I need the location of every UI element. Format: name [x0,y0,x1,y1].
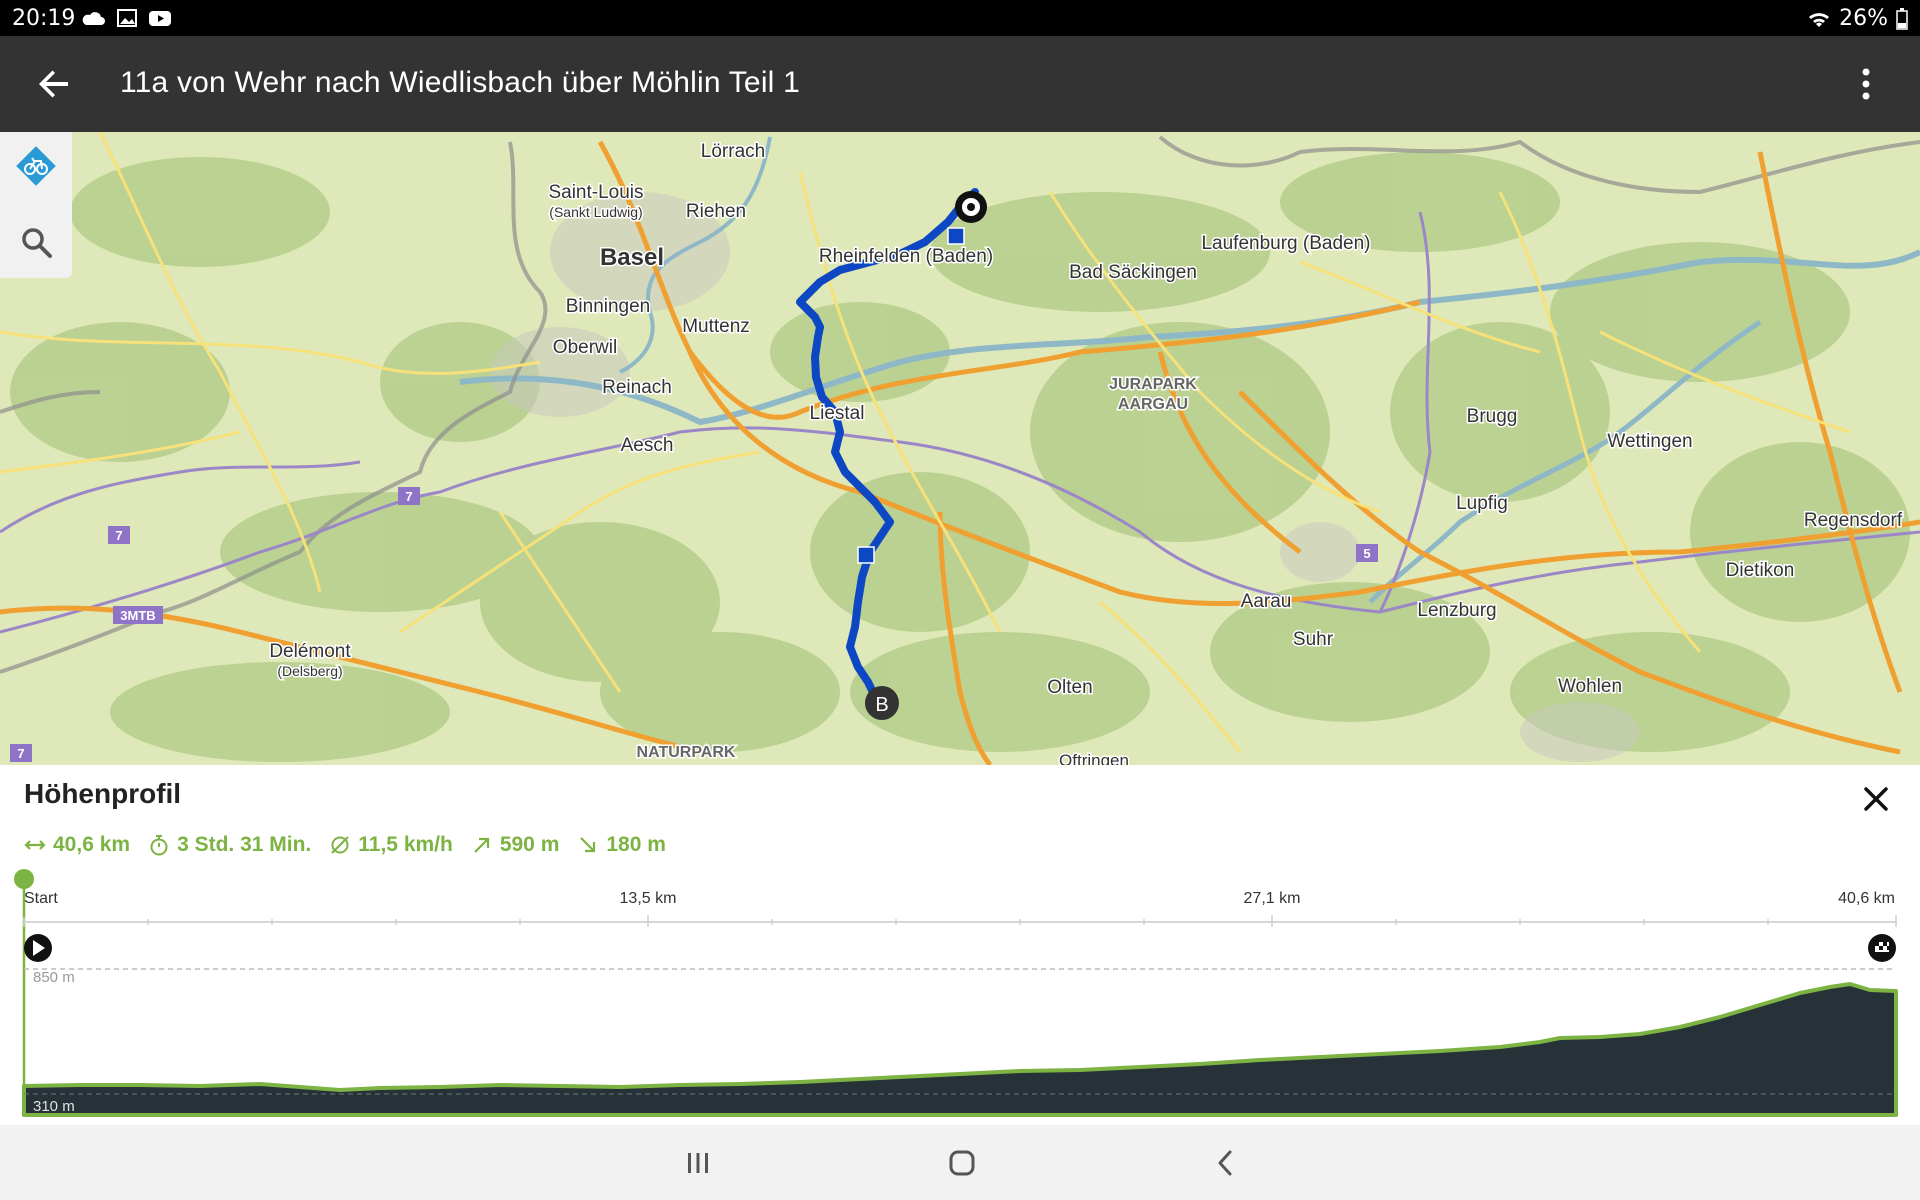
status-time: 20:19 [12,6,76,31]
map-label: Aarau [1241,591,1292,612]
max-elevation-label: 850 m [33,969,75,986]
map-label: Wettingen [1607,431,1692,452]
recents-icon[interactable] [678,1143,718,1183]
map-label: Dietikon [1726,560,1795,581]
ascent-icon [474,837,489,853]
descent-value: 180 m [606,833,666,856]
elevation-panel: Höhenprofil 40,6 km 3 Std. 31 Min. 11,5 … [0,765,1920,1125]
axis-label-13km: 13,5 km [620,890,677,907]
battery-icon [1896,7,1908,30]
axis-label-27km: 27,1 km [1244,890,1301,907]
play-start-icon [24,934,52,962]
map-label: Liestal [810,403,865,424]
stat-speed: 11,5 km/h [329,833,453,857]
system-nav-bar [0,1125,1920,1200]
route-badge: 3MTB [113,606,163,624]
image-icon [117,9,137,27]
map-label: Lenzburg [1417,600,1496,621]
distance-value: 40,6 km [53,833,131,856]
speed-value: 11,5 km/h [358,833,453,856]
duration-value: 3 Std. 31 Min. [177,833,312,856]
map-label: AARGAU [1118,396,1188,413]
map-label: Laufenburg (Baden) [1201,233,1370,254]
end-marker-label: B [875,694,888,716]
ascent-value: 590 m [499,833,560,856]
map-label: Muttenz [682,316,750,337]
back-nav-icon[interactable] [1206,1143,1246,1183]
status-bar: 20:19 26% [0,0,1920,36]
map-controls [0,132,72,278]
map-label: (Delsberg) [277,663,342,679]
stat-duration: 3 Std. 31 Min. [148,833,311,857]
average-icon [331,836,349,854]
route-badge: 7 [398,487,420,505]
map-label: Reinach [602,377,672,398]
finish-flag-icon [1868,934,1896,962]
search-icon[interactable] [12,218,60,266]
map-label: Delémont [269,641,351,662]
route-badge: 7 [10,744,32,762]
page-title: 11a von Wehr nach Wiedlisbach über Möhli… [120,66,800,99]
map-label: Basel [600,244,664,271]
route-stats: 40,6 km 3 Std. 31 Min. 11,5 km/h 590 m 1… [24,833,666,857]
elevation-chart[interactable]: Start 13,5 km 27,1 km 40,6 km 850 m 310 … [0,865,1920,1125]
route-badge: 7 [108,526,130,544]
axis-label-start: Start [24,890,58,907]
route-badge: 5 [1356,544,1378,562]
map-label: Regensdorf [1804,510,1903,531]
app-bar: 11a von Wehr nach Wiedlisbach über Möhli… [0,36,1920,132]
youtube-icon [149,11,171,26]
map-label: Rheinfelden (Baden) [819,246,993,267]
map-label: Lupfig [1456,493,1508,514]
cloud-icon [82,12,105,25]
wifi-icon [1809,12,1830,27]
stat-distance: 40,6 km [24,833,130,857]
map-label: Suhr [1293,629,1334,650]
stopwatch-icon [150,835,168,856]
svg-text:7: 7 [405,489,412,504]
map-label: Saint-Louis [548,182,643,203]
map-label: NATURPARK [637,744,736,761]
map-label: Olten [1047,677,1092,698]
scrubber-handle[interactable] [14,869,34,889]
svg-text:5: 5 [1363,546,1370,561]
home-icon[interactable] [942,1143,982,1183]
min-elevation-label: 310 m [33,1098,75,1115]
map-label: Brugg [1467,406,1518,427]
map-label: JURAPARK [1109,376,1197,393]
map-view[interactable]: B 7 7 3MTB 5 7 Lörrach Saint-Louis (Sank… [0,132,1920,765]
map-label: (Sankt Ludwig) [549,204,642,220]
bike-layer-icon[interactable] [12,142,60,190]
stat-ascent: 590 m [471,833,560,857]
panel-title: Höhenprofil [24,778,182,809]
svg-text:7: 7 [17,746,24,761]
map-label: Lörrach [701,141,765,162]
elevation-area [22,982,1898,1117]
descent-icon [580,837,596,853]
map-label: Wohlen [1558,676,1622,697]
start-marker[interactable] [955,191,987,223]
svg-text:3MTB: 3MTB [120,608,155,623]
map-canvas[interactable]: B 7 7 3MTB 5 7 Lörrach Saint-Louis (Sank… [0,132,1920,765]
more-vert-icon[interactable] [1842,60,1890,108]
axis-label-end: 40,6 km [1838,890,1895,907]
map-label: Binningen [566,296,651,317]
map-label: Aesch [621,435,674,456]
map-label: Oftringen [1059,751,1129,765]
map-label: Bad Säckingen [1069,262,1197,283]
battery-percent: 26% [1839,6,1888,31]
back-arrow-icon[interactable] [30,60,78,108]
distance-icon [24,840,46,850]
end-marker[interactable]: B [865,686,899,720]
map-label: Riehen [686,201,746,222]
svg-text:7: 7 [115,528,122,543]
stat-descent: 180 m [577,833,666,857]
close-icon[interactable] [1858,781,1894,817]
map-label: Oberwil [553,337,617,358]
